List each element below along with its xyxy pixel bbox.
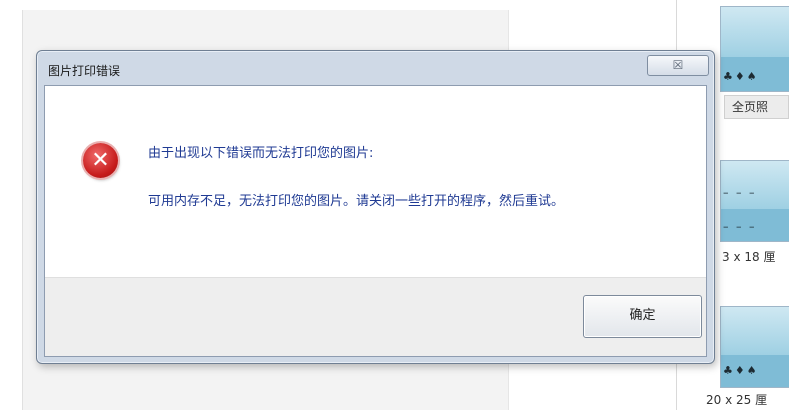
thumbnail-full-page[interactable]: ♣♦♠ [720,6,789,92]
dialog-footer: 确定 [45,277,706,356]
close-button[interactable]: ☒ [647,55,709,76]
dialog-body: ✕ 由于出现以下错误而无法打印您的图片: 可用内存不足，无法打印您的图片。请关闭… [44,85,707,357]
thumbnail-label: 20 x 25 厘 [706,393,768,407]
thumbnail-figures: ♣♦♠ [723,70,759,83]
dialog-titlebar[interactable]: 图片打印错误 ☒ [37,51,714,85]
thumbnail-panel: ♣♦♠ 全页照 – – – – – – 3 x 18 厘 ♣♦♠ 20 x 25… [706,0,789,410]
thumbnail-figures: ♣♦♠ [723,364,759,377]
thumbnail-3x18[interactable]: – – – – – – [720,160,789,242]
main-message: 由于出现以下错误而无法打印您的图片: [148,146,374,161]
thumbnail-label: 全页照 [724,95,789,119]
dialog-title: 图片打印错误 [48,64,121,78]
ok-button[interactable]: 确定 [583,295,702,338]
close-icon: ☒ [672,58,684,72]
thumbnail-figures: – – – [723,186,757,199]
thumbnail-label: 3 x 18 厘 [722,250,776,264]
print-error-dialog: 图片打印错误 ☒ ✕ 由于出现以下错误而无法打印您的图片: 可用内存不足，无法打… [36,50,715,364]
thumbnail-figures: – – – [723,220,757,233]
error-icon: ✕ [83,143,118,178]
message-area: ✕ 由于出现以下错误而无法打印您的图片: 可用内存不足，无法打印您的图片。请关闭… [45,86,706,278]
detail-message: 可用内存不足，无法打印您的图片。请关闭一些打开的程序，然后重试。 [148,194,565,209]
screen: ♣♦♠ 全页照 – – – – – – 3 x 18 厘 ♣♦♠ 20 x 25… [0,0,789,410]
thumbnail-20x25[interactable]: ♣♦♠ [720,306,789,388]
